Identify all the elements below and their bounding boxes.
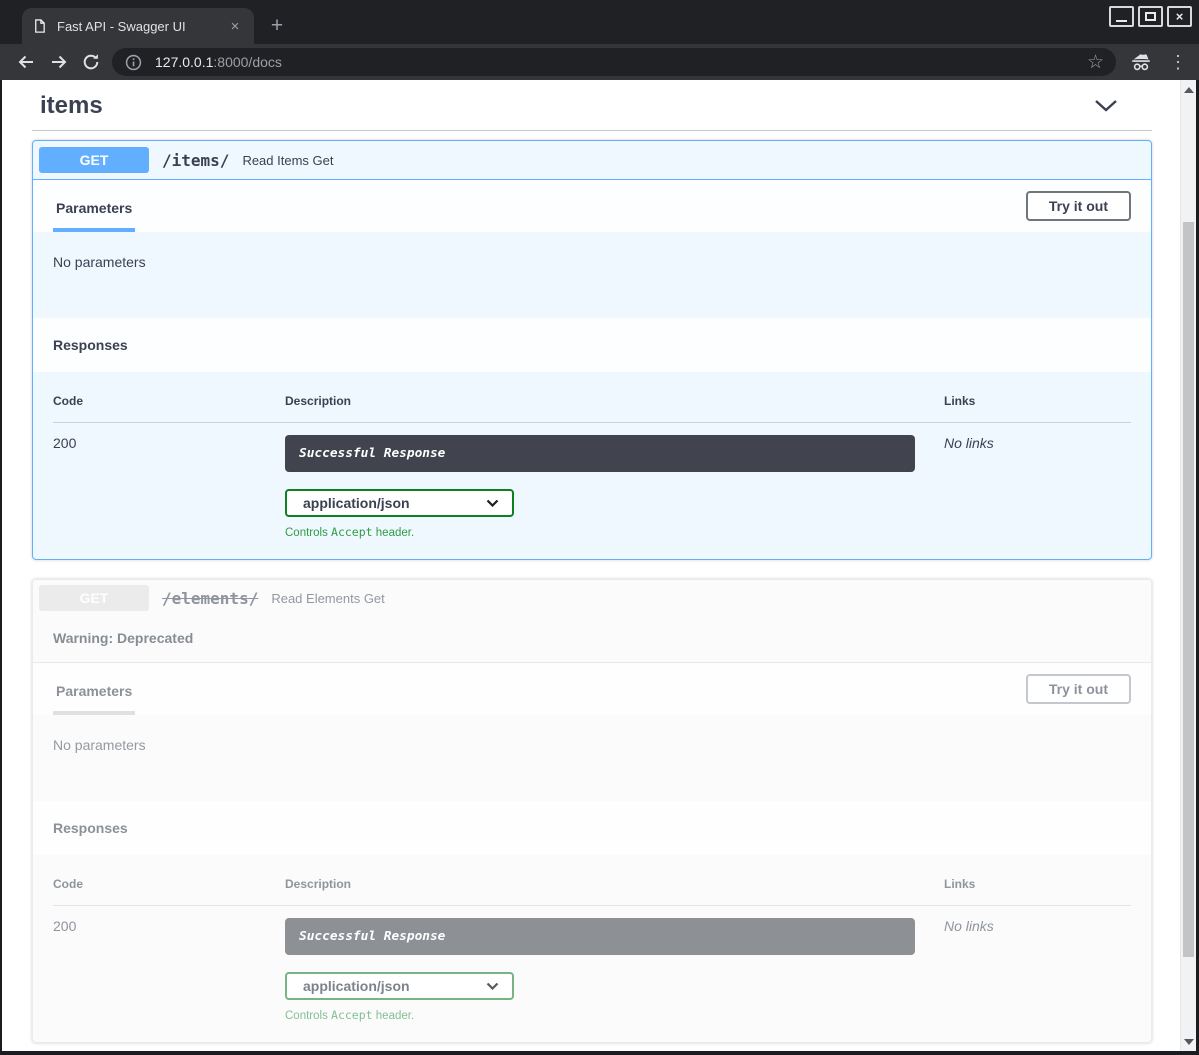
response-description: Successful Response [285, 918, 915, 955]
tag-title: items [40, 92, 103, 120]
minimize-icon [1116, 20, 1127, 22]
maximize-icon [1145, 12, 1156, 21]
parameters-section-header: Parameters Try it out [33, 180, 1151, 232]
endpoint-summary: Read Elements Get [271, 591, 384, 606]
reload-button[interactable] [81, 52, 101, 72]
address-bar[interactable]: 127.0.0.1:8000/docs ☆ [112, 48, 1116, 76]
response-description-cell: Successful Response application/json Con… [285, 435, 923, 539]
scrollbar-thumb[interactable] [1183, 222, 1194, 957]
response-description: Successful Response [285, 435, 915, 472]
response-row: 200 Successful Response application/json… [53, 906, 1131, 1022]
tag-section-header[interactable]: items [32, 86, 1152, 120]
collapse-chevron-icon[interactable] [1094, 99, 1118, 113]
window-minimize-button[interactable] [1109, 6, 1134, 27]
tab-close-icon[interactable]: × [226, 18, 244, 35]
operation-summary[interactable]: GET /items/ Read Items Get [33, 141, 1151, 180]
links-column-header: Links [923, 877, 1131, 891]
no-links-text: No links [923, 435, 1131, 539]
bookmark-star-icon[interactable]: ☆ [1087, 53, 1104, 72]
operation-block-elements-deprecated: GET /elements/ Read Elements Get Warning… [32, 579, 1152, 1043]
no-parameters-text: No parameters [33, 232, 1151, 318]
deprecated-warning: Warning: Deprecated [33, 616, 1151, 663]
operation-block-items: GET /items/ Read Items Get Parameters Tr… [32, 140, 1152, 560]
response-code: 200 [53, 918, 285, 1022]
responses-section-header: Responses [33, 318, 1151, 372]
browser-tab[interactable]: Fast API - Swagger UI × [22, 8, 254, 44]
accept-header-note: Controls Accept header. [285, 1008, 923, 1022]
window-maximize-button[interactable] [1138, 6, 1163, 27]
parameters-tab[interactable]: Parameters [53, 683, 135, 715]
media-type-value: application/json [303, 495, 410, 511]
url-text: 127.0.0.1:8000/docs [155, 54, 282, 70]
responses-table: Code Description Links 200 Successful Re… [33, 372, 1151, 559]
links-column-header: Links [923, 394, 1131, 408]
endpoint-path: /items/ [162, 151, 229, 170]
parameters-section-header: Parameters Try it out [33, 663, 1151, 715]
select-chevron-icon [486, 982, 499, 990]
browser-titlebar: Fast API - Swagger UI × + × [0, 0, 1199, 44]
response-code: 200 [53, 435, 285, 539]
media-type-select[interactable]: application/json [285, 489, 514, 517]
site-info-icon[interactable] [124, 53, 143, 72]
response-row: 200 Successful Response application/json… [53, 423, 1131, 539]
responses-title: Responses [53, 337, 128, 353]
new-tab-button[interactable]: + [264, 13, 290, 39]
description-column-header: Description [285, 877, 923, 891]
accept-header-note: Controls Accept header. [285, 525, 923, 539]
try-it-out-button[interactable]: Try it out [1026, 191, 1131, 221]
method-badge: GET [39, 147, 149, 173]
tag-divider [32, 130, 1152, 131]
forward-button[interactable] [49, 52, 69, 72]
endpoint-path: /elements/ [162, 589, 258, 608]
method-badge: GET [39, 585, 149, 611]
tab-title: Fast API - Swagger UI [57, 19, 226, 34]
select-chevron-icon [486, 499, 499, 507]
operation-summary[interactable]: GET /elements/ Read Elements Get [33, 580, 1151, 616]
incognito-icon [1129, 50, 1153, 79]
swagger-page: items GET /items/ Read Items Get Paramet… [2, 80, 1180, 1051]
browser-toolbar: 127.0.0.1:8000/docs ☆ ⋮ [0, 44, 1199, 80]
window-controls: × [1109, 6, 1192, 27]
responses-section-header: Responses [33, 801, 1151, 855]
responses-title: Responses [53, 820, 128, 836]
no-links-text: No links [923, 918, 1131, 1022]
page-favicon-icon [32, 18, 47, 34]
parameters-tab[interactable]: Parameters [53, 200, 135, 232]
back-button[interactable] [16, 52, 36, 72]
window-close-button[interactable]: × [1167, 6, 1192, 27]
response-description-cell: Successful Response application/json Con… [285, 918, 923, 1022]
no-parameters-text: No parameters [33, 715, 1151, 801]
page-scrollbar [1180, 80, 1196, 1051]
responses-table: Code Description Links 200 Successful Re… [33, 855, 1151, 1042]
scrollbar-down-arrow-icon[interactable] [1184, 1039, 1194, 1045]
media-type-value: application/json [303, 978, 410, 994]
media-type-select[interactable]: application/json [285, 972, 514, 1000]
try-it-out-button[interactable]: Try it out [1026, 674, 1131, 704]
endpoint-summary: Read Items Get [242, 153, 333, 168]
browser-menu-icon[interactable]: ⋮ [1168, 49, 1188, 75]
code-column-header: Code [53, 394, 285, 408]
description-column-header: Description [285, 394, 923, 408]
code-column-header: Code [53, 877, 285, 891]
scrollbar-up-arrow-icon[interactable] [1184, 87, 1194, 93]
